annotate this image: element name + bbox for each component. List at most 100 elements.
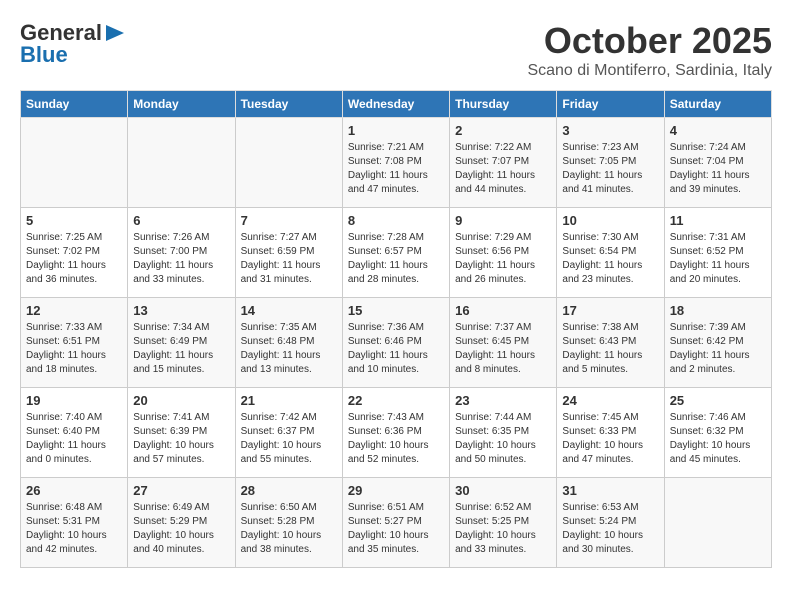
day-number: 15 bbox=[348, 303, 444, 318]
calendar-cell: 22 Sunrise: 7:43 AM Sunset: 6:36 PM Dayli… bbox=[342, 388, 449, 478]
header-row: Sunday Monday Tuesday Wednesday Thursday… bbox=[21, 91, 772, 118]
calendar-cell: 27 Sunrise: 6:49 AM Sunset: 5:29 PM Dayli… bbox=[128, 478, 235, 568]
day-number: 5 bbox=[26, 213, 122, 228]
day-info: Sunrise: 6:48 AM Sunset: 5:31 PM Dayligh… bbox=[26, 501, 122, 557]
day-number: 4 bbox=[670, 123, 766, 138]
day-info: Sunrise: 6:50 AM Sunset: 5:28 PM Dayligh… bbox=[241, 501, 337, 557]
day-number: 21 bbox=[241, 393, 337, 408]
calendar-cell: 31Sunrise: 6:53 AM Sunset: 5:24 PM Dayli… bbox=[557, 478, 664, 568]
day-number: 22 bbox=[348, 393, 444, 408]
day-number: 19 bbox=[26, 393, 122, 408]
day-info: Sunrise: 7:35 AM Sunset: 6:48 PM Dayligh… bbox=[241, 321, 337, 377]
calendar-cell: 15 Sunrise: 7:36 AM Sunset: 6:46 PM Dayli… bbox=[342, 298, 449, 388]
day-number: 30 bbox=[455, 483, 551, 498]
day-info: Sunrise: 7:34 AM Sunset: 6:49 PM Dayligh… bbox=[133, 321, 229, 377]
day-number: 23 bbox=[455, 393, 551, 408]
day-number: 7 bbox=[241, 213, 337, 228]
calendar-cell: 25 Sunrise: 7:46 AM Sunset: 6:32 PM Dayli… bbox=[664, 388, 771, 478]
day-number: 10 bbox=[562, 213, 658, 228]
calendar-cell: 5 Sunrise: 7:25 AM Sunset: 7:02 PM Daylig… bbox=[21, 208, 128, 298]
day-number: 20 bbox=[133, 393, 229, 408]
calendar-cell: 11 Sunrise: 7:31 AM Sunset: 6:52 PM Dayli… bbox=[664, 208, 771, 298]
calendar-cell: 2Sunrise: 7:22 AM Sunset: 7:07 PM Daylig… bbox=[450, 118, 557, 208]
col-thursday: Thursday bbox=[450, 91, 557, 118]
day-number: 29 bbox=[348, 483, 444, 498]
calendar-cell: 19 Sunrise: 7:40 AM Sunset: 6:40 PM Dayli… bbox=[21, 388, 128, 478]
day-info: Sunrise: 6:51 AM Sunset: 5:27 PM Dayligh… bbox=[348, 501, 444, 557]
day-info: Sunrise: 7:33 AM Sunset: 6:51 PM Dayligh… bbox=[26, 321, 122, 377]
day-number: 27 bbox=[133, 483, 229, 498]
day-info: Sunrise: 7:21 AM Sunset: 7:08 PM Dayligh… bbox=[348, 141, 444, 197]
day-info: Sunrise: 7:29 AM Sunset: 6:56 PM Dayligh… bbox=[455, 231, 551, 287]
day-info: Sunrise: 7:43 AM Sunset: 6:36 PM Dayligh… bbox=[348, 411, 444, 467]
day-info: Sunrise: 7:39 AM Sunset: 6:42 PM Dayligh… bbox=[670, 321, 766, 377]
day-number: 26 bbox=[26, 483, 122, 498]
calendar-cell: 7Sunrise: 7:27 AM Sunset: 6:59 PM Daylig… bbox=[235, 208, 342, 298]
day-info: Sunrise: 7:26 AM Sunset: 7:00 PM Dayligh… bbox=[133, 231, 229, 287]
day-number: 16 bbox=[455, 303, 551, 318]
calendar-cell bbox=[664, 478, 771, 568]
month-title: October 2025 bbox=[527, 20, 772, 62]
calendar-cell: 9 Sunrise: 7:29 AM Sunset: 6:56 PM Daylig… bbox=[450, 208, 557, 298]
day-number: 17 bbox=[562, 303, 658, 318]
calendar-table: Sunday Monday Tuesday Wednesday Thursday… bbox=[20, 90, 772, 568]
calendar-cell: 8 Sunrise: 7:28 AM Sunset: 6:57 PM Daylig… bbox=[342, 208, 449, 298]
day-info: Sunrise: 7:28 AM Sunset: 6:57 PM Dayligh… bbox=[348, 231, 444, 287]
calendar-cell: 3 Sunrise: 7:23 AM Sunset: 7:05 PM Daylig… bbox=[557, 118, 664, 208]
day-info: Sunrise: 7:45 AM Sunset: 6:33 PM Dayligh… bbox=[562, 411, 658, 467]
calendar-cell: 10 Sunrise: 7:30 AM Sunset: 6:54 PM Dayli… bbox=[557, 208, 664, 298]
day-info: Sunrise: 7:41 AM Sunset: 6:39 PM Dayligh… bbox=[133, 411, 229, 467]
day-info: Sunrise: 7:24 AM Sunset: 7:04 PM Dayligh… bbox=[670, 141, 766, 197]
col-sunday: Sunday bbox=[21, 91, 128, 118]
calendar-cell bbox=[128, 118, 235, 208]
page-header: General Blue October 2025 Scano di Monti… bbox=[20, 20, 772, 80]
calendar-cell: 23Sunrise: 7:44 AM Sunset: 6:35 PM Dayli… bbox=[450, 388, 557, 478]
calendar-cell: 30 Sunrise: 6:52 AM Sunset: 5:25 PM Dayli… bbox=[450, 478, 557, 568]
calendar-week-4: 19 Sunrise: 7:40 AM Sunset: 6:40 PM Dayli… bbox=[21, 388, 772, 478]
day-number: 11 bbox=[670, 213, 766, 228]
calendar-cell: 26 Sunrise: 6:48 AM Sunset: 5:31 PM Dayli… bbox=[21, 478, 128, 568]
day-info: Sunrise: 7:31 AM Sunset: 6:52 PM Dayligh… bbox=[670, 231, 766, 287]
day-number: 12 bbox=[26, 303, 122, 318]
day-number: 1 bbox=[348, 123, 444, 138]
day-info: Sunrise: 7:38 AM Sunset: 6:43 PM Dayligh… bbox=[562, 321, 658, 377]
day-info: Sunrise: 7:25 AM Sunset: 7:02 PM Dayligh… bbox=[26, 231, 122, 287]
calendar-week-2: 5 Sunrise: 7:25 AM Sunset: 7:02 PM Daylig… bbox=[21, 208, 772, 298]
day-number: 14 bbox=[241, 303, 337, 318]
day-number: 9 bbox=[455, 213, 551, 228]
logo-arrow-icon bbox=[106, 25, 124, 41]
day-info: Sunrise: 7:37 AM Sunset: 6:45 PM Dayligh… bbox=[455, 321, 551, 377]
calendar-cell: 6 Sunrise: 7:26 AM Sunset: 7:00 PM Daylig… bbox=[128, 208, 235, 298]
day-info: Sunrise: 7:46 AM Sunset: 6:32 PM Dayligh… bbox=[670, 411, 766, 467]
day-number: 3 bbox=[562, 123, 658, 138]
day-info: Sunrise: 7:36 AM Sunset: 6:46 PM Dayligh… bbox=[348, 321, 444, 377]
day-info: Sunrise: 7:30 AM Sunset: 6:54 PM Dayligh… bbox=[562, 231, 658, 287]
day-info: Sunrise: 6:52 AM Sunset: 5:25 PM Dayligh… bbox=[455, 501, 551, 557]
calendar-cell bbox=[235, 118, 342, 208]
title-block: October 2025 Scano di Montiferro, Sardin… bbox=[527, 20, 772, 80]
location: Scano di Montiferro, Sardinia, Italy bbox=[527, 62, 772, 80]
calendar-week-5: 26 Sunrise: 6:48 AM Sunset: 5:31 PM Dayli… bbox=[21, 478, 772, 568]
day-number: 6 bbox=[133, 213, 229, 228]
day-info: Sunrise: 7:23 AM Sunset: 7:05 PM Dayligh… bbox=[562, 141, 658, 197]
day-number: 31 bbox=[562, 483, 658, 498]
calendar-cell bbox=[21, 118, 128, 208]
day-number: 28 bbox=[241, 483, 337, 498]
col-tuesday: Tuesday bbox=[235, 91, 342, 118]
calendar-cell: 21 Sunrise: 7:42 AM Sunset: 6:37 PM Dayli… bbox=[235, 388, 342, 478]
day-info: Sunrise: 7:40 AM Sunset: 6:40 PM Dayligh… bbox=[26, 411, 122, 467]
day-info: Sunrise: 6:49 AM Sunset: 5:29 PM Dayligh… bbox=[133, 501, 229, 557]
calendar-cell: 17 Sunrise: 7:38 AM Sunset: 6:43 PM Dayli… bbox=[557, 298, 664, 388]
calendar-cell: 1 Sunrise: 7:21 AM Sunset: 7:08 PM Daylig… bbox=[342, 118, 449, 208]
day-number: 25 bbox=[670, 393, 766, 408]
day-number: 24 bbox=[562, 393, 658, 408]
calendar-cell: 16 Sunrise: 7:37 AM Sunset: 6:45 PM Dayli… bbox=[450, 298, 557, 388]
day-number: 13 bbox=[133, 303, 229, 318]
day-info: Sunrise: 7:42 AM Sunset: 6:37 PM Dayligh… bbox=[241, 411, 337, 467]
day-number: 2 bbox=[455, 123, 551, 138]
calendar-cell: 12 Sunrise: 7:33 AM Sunset: 6:51 PM Dayli… bbox=[21, 298, 128, 388]
calendar-week-3: 12 Sunrise: 7:33 AM Sunset: 6:51 PM Dayli… bbox=[21, 298, 772, 388]
col-friday: Friday bbox=[557, 91, 664, 118]
logo: General Blue bbox=[20, 20, 124, 68]
day-number: 8 bbox=[348, 213, 444, 228]
